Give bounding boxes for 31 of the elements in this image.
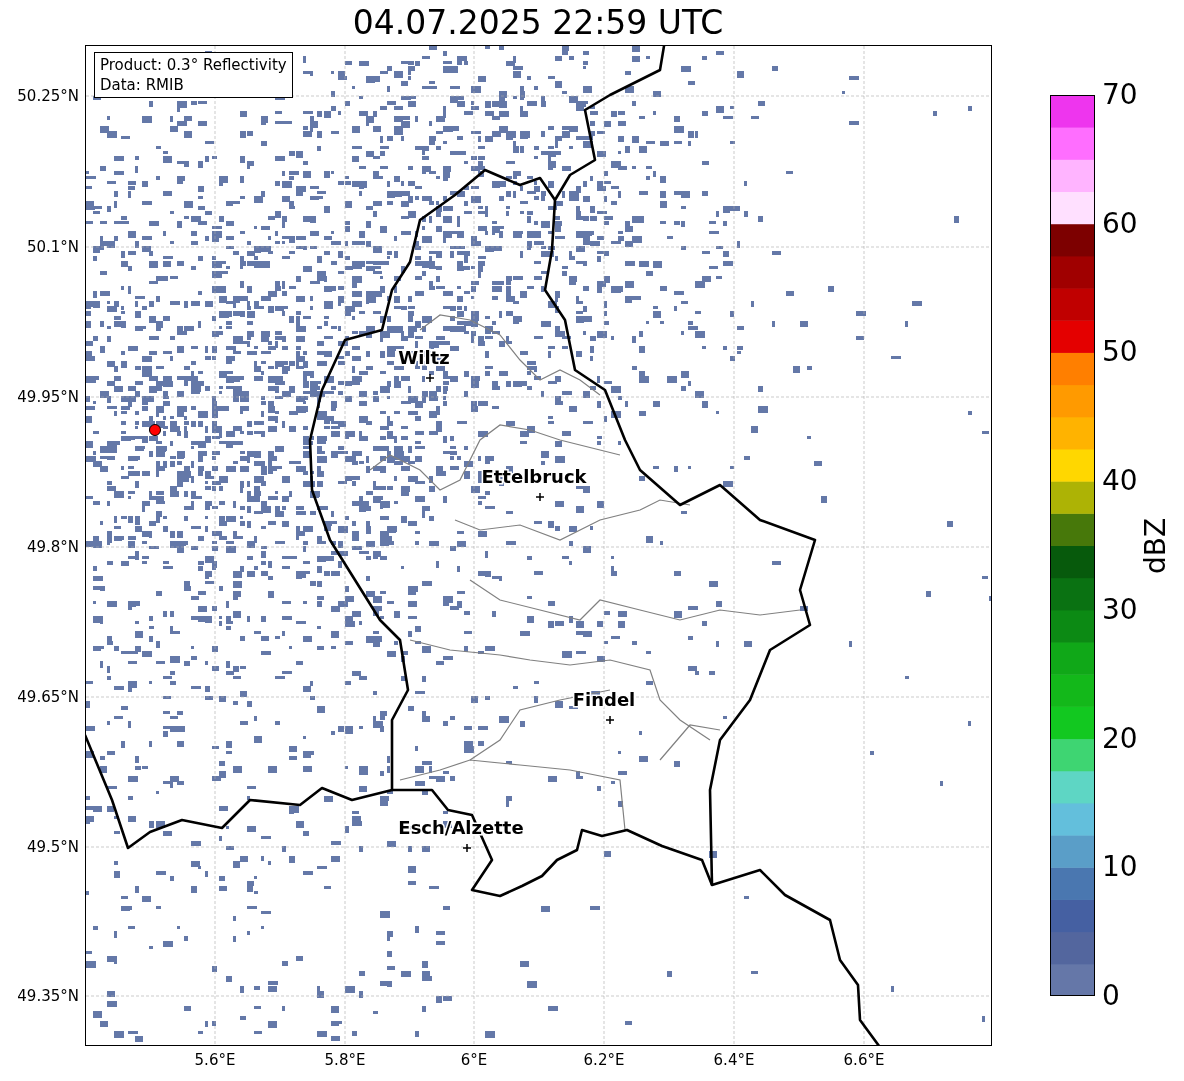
longitude-label: 5.8°E (324, 1051, 366, 1069)
colorbar-tick-label: 30 (1102, 595, 1138, 624)
latitude-label: 49.35°N (17, 987, 79, 1005)
longitude-label: 6.4°E (713, 1051, 755, 1069)
info-text: Data: RMIB (100, 75, 185, 95)
radar-site-marker (149, 424, 161, 436)
latitude-label: 49.8°N (26, 538, 79, 556)
longitude-label: 6.2°E (583, 1051, 625, 1069)
city-marker (605, 715, 615, 725)
chart-title: 04.07.2025 22:59 UTC (352, 6, 724, 39)
latitude-label: 49.5°N (26, 838, 79, 856)
city-marker (535, 492, 545, 502)
latitude-label: 49.65°N (17, 688, 79, 706)
longitude-label: 5.6°E (194, 1051, 236, 1069)
longitude-label: 6°E (460, 1051, 488, 1069)
colorbar-tick-label: 10 (1102, 853, 1138, 882)
colorbar-tick-label: 20 (1102, 724, 1138, 753)
longitude-label: 6.6°E (843, 1051, 885, 1069)
colorbar-tick-label: 60 (1102, 209, 1138, 238)
colorbar-label: dBZ (1138, 517, 1172, 574)
latitude-label: 50.25°N (17, 87, 79, 105)
colorbar-tick-label: 0 (1102, 982, 1120, 1010)
city-label: Findel (572, 689, 636, 710)
info-text: Product: 0.3° Reflectivity (100, 55, 287, 75)
colorbar-tick-label: 40 (1102, 467, 1138, 496)
city-marker (425, 373, 435, 383)
latitude-label: 50.1°N (26, 238, 79, 256)
colorbar-tick-label: 70 (1102, 81, 1138, 109)
colorbar-tick-label: 50 (1102, 338, 1138, 367)
latitude-label: 49.95°N (17, 388, 79, 406)
city-marker (462, 843, 472, 853)
